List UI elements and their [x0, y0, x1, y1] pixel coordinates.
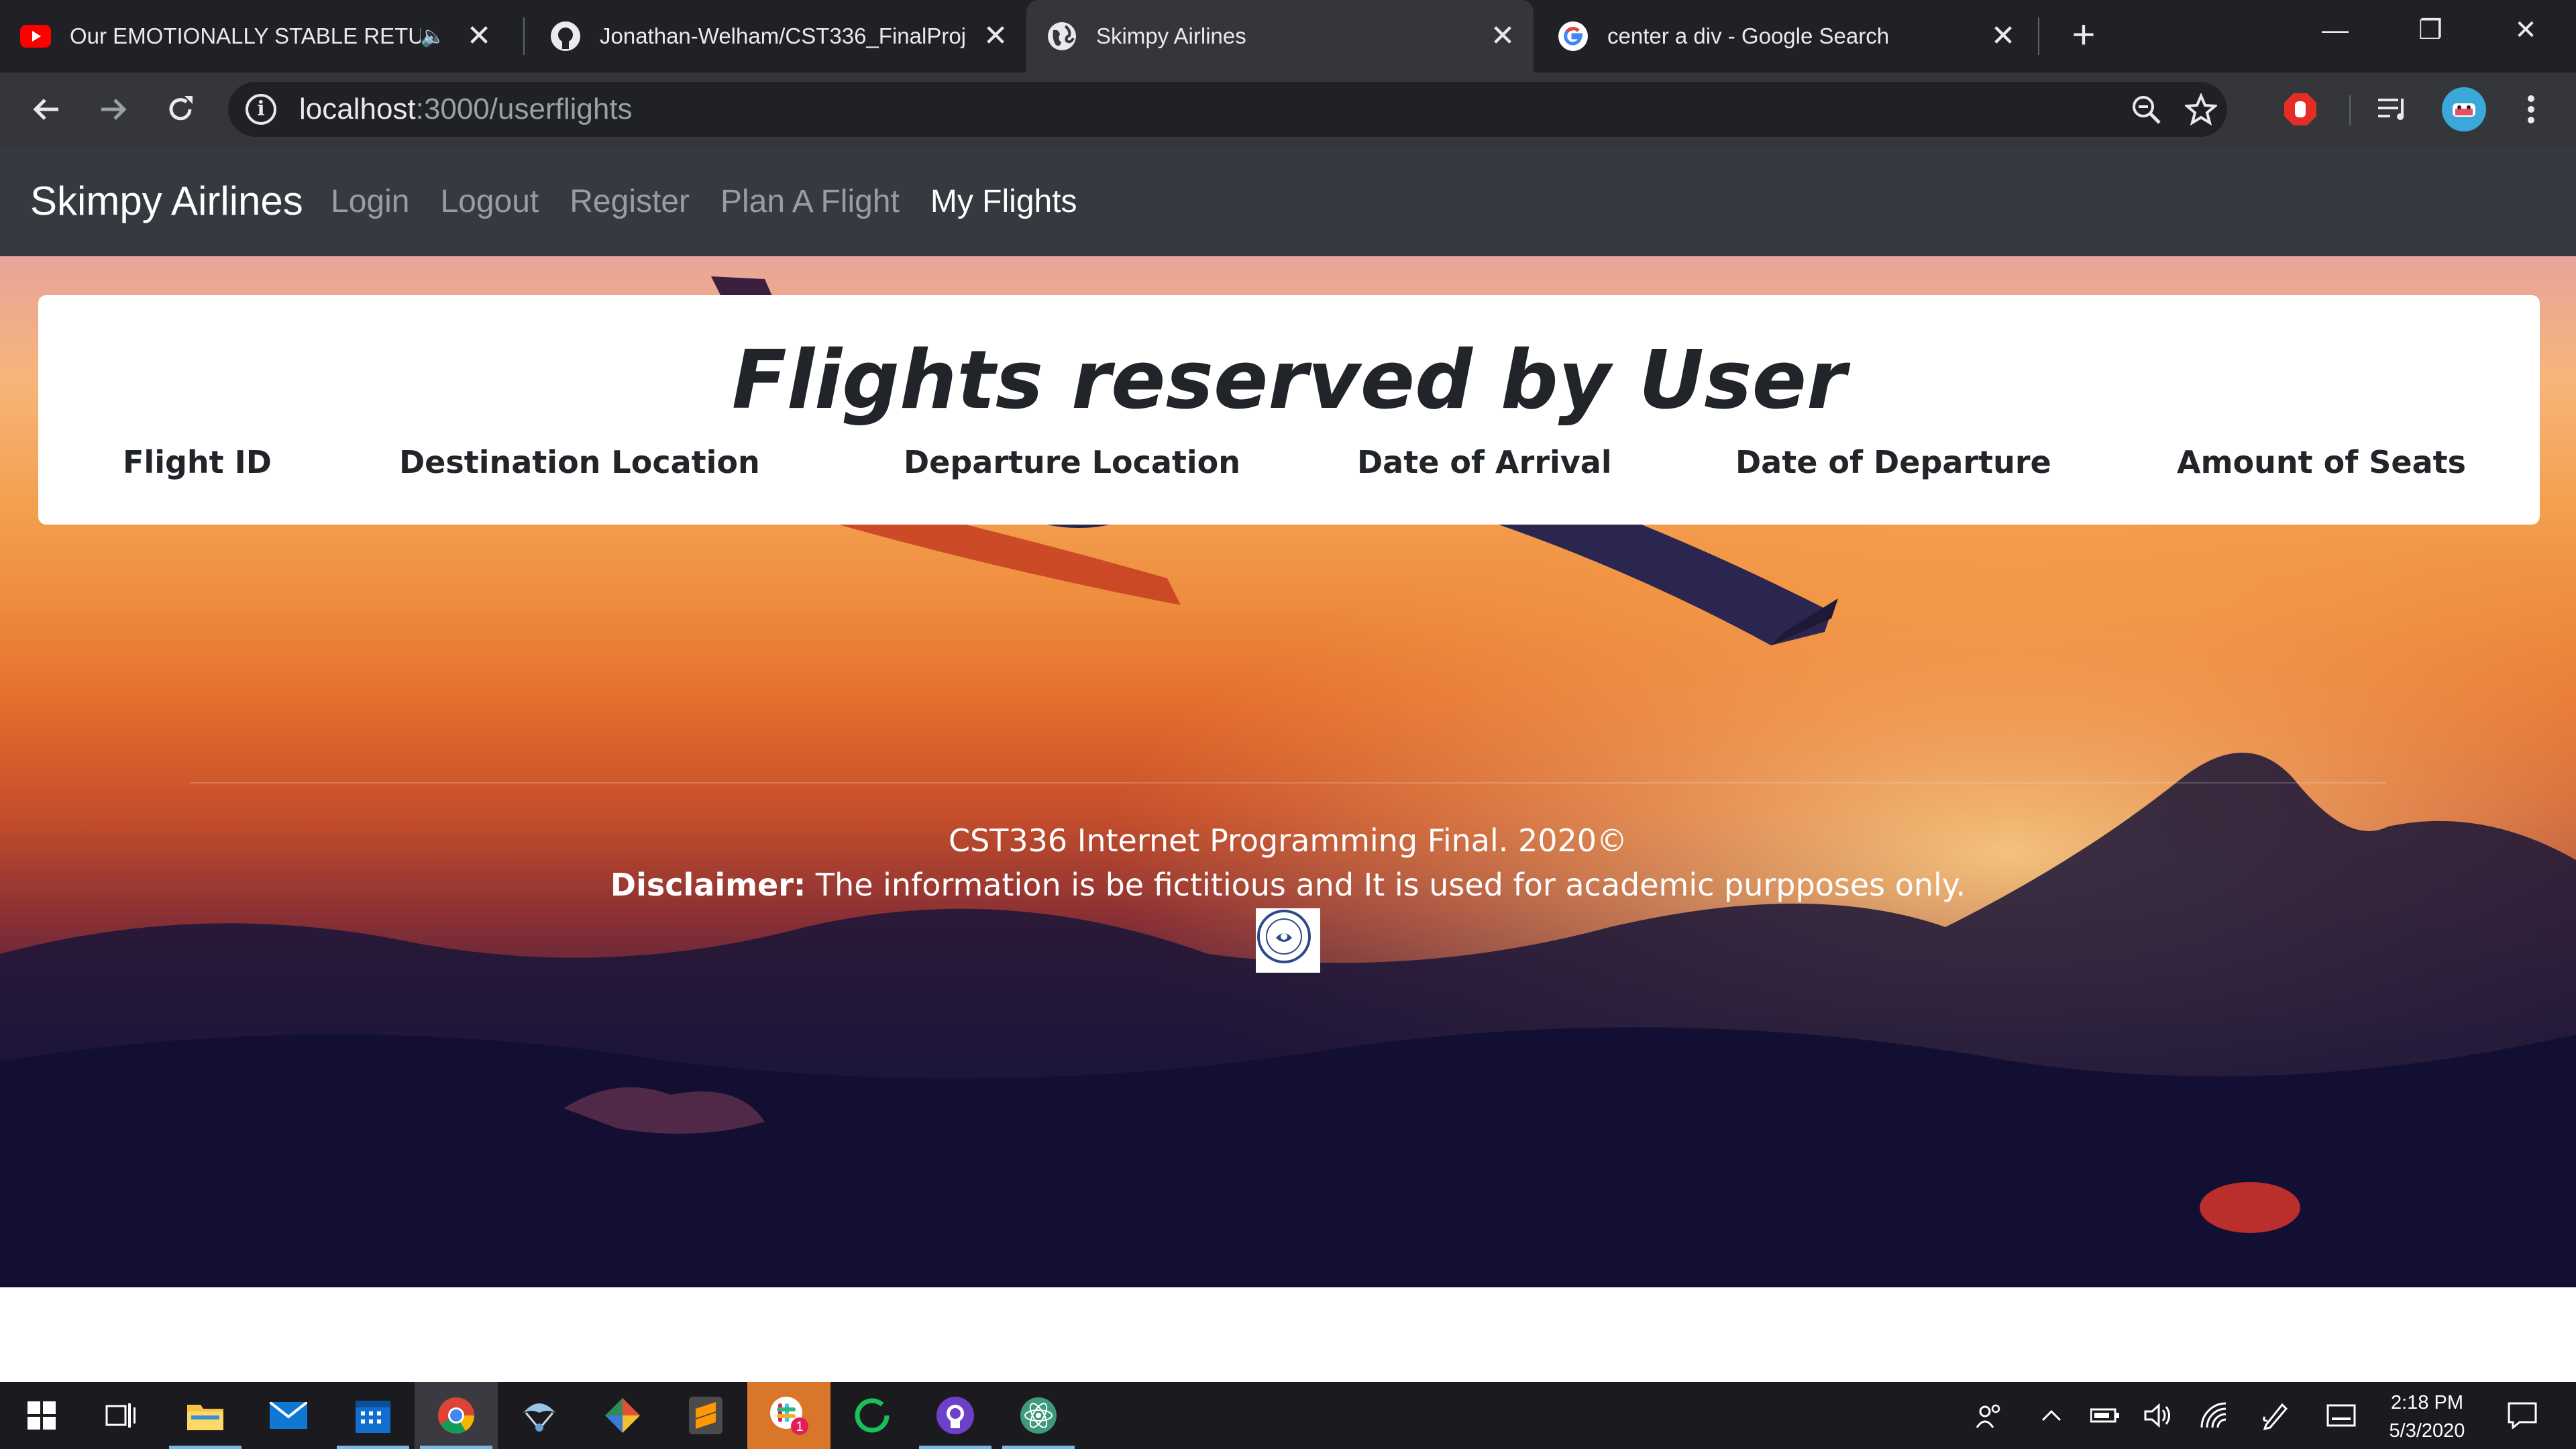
reload-icon[interactable] [158, 87, 203, 131]
site-info-icon[interactable]: i [246, 94, 276, 125]
wifi-icon[interactable] [2195, 1382, 2233, 1449]
disclaimer-label: Disclaimer: [610, 867, 806, 903]
column-destination-location: Destination Location [399, 444, 760, 480]
start-icon[interactable] [0, 1382, 83, 1449]
url-host: localhost [299, 93, 416, 125]
battery-icon[interactable] [2086, 1382, 2124, 1449]
volume-icon[interactable] [2140, 1382, 2178, 1449]
tab-youtube[interactable]: Our EMOTIONALLY STABLE RETURN 🔈 ✕ [0, 0, 510, 72]
windows-taskbar: 1 2:18 PM 5/3/2020 [0, 1382, 2576, 1449]
red-cloud-glow [2200, 1182, 2300, 1233]
zoom-icon[interactable] [2127, 90, 2165, 129]
footer-disclaimer: Disclaimer: The information is be fictit… [0, 867, 2576, 903]
column-flight-id: Flight ID [123, 444, 272, 480]
action-center-icon[interactable] [2496, 1382, 2549, 1449]
tab-title: Our EMOTIONALLY STABLE RETURN [70, 23, 421, 48]
parachute-app-icon[interactable] [498, 1382, 581, 1449]
back-arrow-icon[interactable] [24, 87, 68, 131]
sunset-airplane-background: Flights reserved by User Flight ID Desti… [0, 256, 2576, 1287]
media-queue-icon[interactable] [2372, 87, 2416, 131]
tab-close-icon[interactable]: ✕ [463, 20, 495, 52]
url-path: :3000/userflights [415, 93, 633, 125]
slack-badge: 1 [796, 1419, 803, 1434]
nav-logout-link[interactable]: Logout [440, 183, 539, 220]
restore-icon[interactable]: ❐ [2383, 0, 2478, 60]
calendar-icon[interactable] [331, 1382, 415, 1449]
university-seal-logo [1256, 908, 1320, 973]
nav-links: Login Logout Register Plan A Flight My F… [331, 146, 1108, 256]
new-tab-plus-icon[interactable]: + [2065, 15, 2102, 55]
clock-time: 2:18 PM [2391, 1392, 2463, 1413]
column-date-of-arrival: Date of Arrival [1357, 444, 1612, 480]
brand-link[interactable]: Skimpy Airlines [30, 146, 303, 256]
extension-stop-icon[interactable] [2278, 87, 2322, 131]
footer-divider [190, 782, 2386, 784]
url-text[interactable]: localhost:3000/userflights [299, 82, 633, 137]
tab-separator [523, 17, 525, 55]
slack-icon[interactable]: 1 [747, 1382, 830, 1449]
people-icon[interactable] [1966, 1382, 2012, 1449]
tab-skimpy-airlines[interactable]: Skimpy Airlines ✕ [1026, 0, 1534, 72]
nav-register-link[interactable]: Register [570, 183, 690, 220]
youtube-icon [20, 21, 51, 52]
tab-title: Skimpy Airlines [1096, 23, 1246, 48]
show-hidden-icons-chevron-icon[interactable] [2033, 1382, 2070, 1449]
disclaimer-text: The information is be fictitious and It … [806, 867, 1966, 903]
atom-icon[interactable] [997, 1382, 1080, 1449]
file-explorer-icon[interactable] [164, 1382, 247, 1449]
footer-copyright: CST336 Internet Programming Final. 2020© [948, 822, 1628, 859]
forward-arrow-icon[interactable] [91, 87, 136, 131]
close-icon[interactable]: ✕ [2478, 0, 2573, 60]
column-date-of-departure: Date of Departure [1735, 444, 2051, 480]
github-desktop-icon[interactable] [914, 1382, 997, 1449]
toolbar-separator [2349, 95, 2351, 125]
touch-keyboard-icon[interactable] [2322, 1382, 2360, 1449]
tab-close-icon[interactable]: ✕ [1987, 20, 2019, 52]
minimize-icon[interactable]: — [2288, 0, 2383, 60]
tab-separator [2038, 17, 2039, 55]
tab-google-search[interactable]: center a div - Google Search ✕ [1538, 0, 2034, 72]
tab-title: center a div - Google Search [1607, 23, 1890, 48]
clock-date: 5/3/2020 [2389, 1420, 2465, 1442]
page-title: Flights reserved by User [731, 334, 1847, 427]
address-bar[interactable]: i localhost:3000/userflights [228, 82, 2227, 137]
column-amount-of-seats: Amount of Seats [2177, 444, 2467, 480]
browser-tab-strip: Our EMOTIONALLY STABLE RETURN 🔈 ✕ Jonath… [0, 0, 2576, 72]
system-clock[interactable]: 2:18 PM 5/3/2020 [2380, 1389, 2474, 1445]
sublime-text-icon[interactable] [664, 1382, 747, 1449]
github-icon [550, 21, 581, 52]
profile-avatar-icon[interactable] [2442, 87, 2486, 131]
nav-my-flights-link[interactable]: My Flights [930, 183, 1077, 220]
chrome-icon[interactable] [415, 1382, 498, 1449]
bookmark-star-icon[interactable] [2182, 90, 2220, 129]
tab-title: Jonathan-Welham/CST336_FinalProject [600, 23, 965, 48]
tab-close-icon[interactable]: ✕ [1487, 20, 1519, 52]
page-viewport: Skimpy Airlines Login Logout Register Pl… [0, 146, 2576, 1382]
browser-toolbar: i localhost:3000/userflights [0, 72, 2576, 146]
task-view-icon[interactable] [79, 1382, 162, 1449]
gitkraken-icon[interactable] [581, 1382, 664, 1449]
pen-workspace-icon[interactable] [2257, 1382, 2294, 1449]
flights-table-header: Flight ID Destination Location Departure… [38, 444, 2540, 484]
muted-speaker-icon[interactable]: 🔈 [421, 25, 445, 48]
browser-menu-icon[interactable] [2509, 87, 2553, 131]
column-departure-location: Departure Location [904, 444, 1241, 480]
globe-icon [1046, 21, 1077, 52]
tab-close-icon[interactable]: ✕ [979, 20, 1012, 52]
site-navbar: Skimpy Airlines Login Logout Register Pl… [0, 146, 2576, 256]
nav-plan-flight-link[interactable]: Plan A Flight [720, 183, 900, 220]
google-icon [1558, 21, 1589, 52]
nav-login-link[interactable]: Login [331, 183, 409, 220]
mail-icon[interactable] [247, 1382, 330, 1449]
refresh-app-icon[interactable] [830, 1382, 914, 1449]
flights-card: Flights reserved by User Flight ID Desti… [38, 295, 2540, 525]
tab-github[interactable]: Jonathan-Welham/CST336_FinalProject ✕ [530, 0, 1026, 72]
